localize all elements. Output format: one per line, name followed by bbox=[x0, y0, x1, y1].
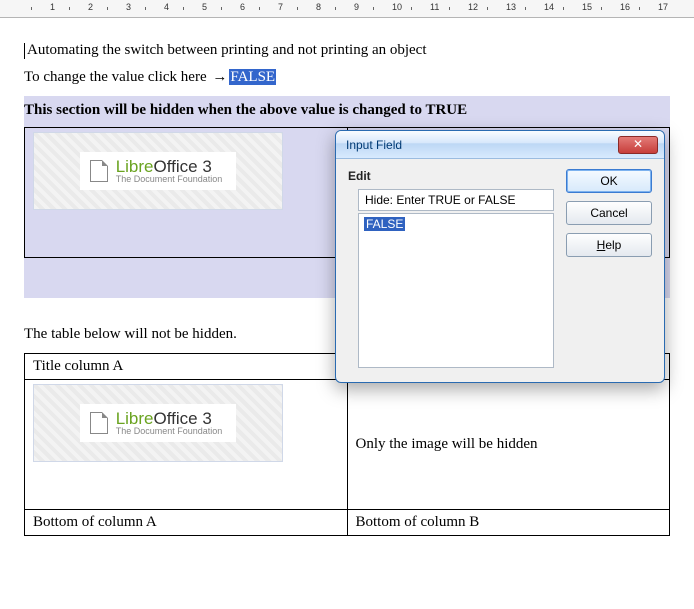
ruler-tick: 14 bbox=[544, 2, 554, 12]
field-value-selection: FALSE bbox=[364, 217, 405, 231]
document-icon bbox=[90, 412, 108, 434]
button-label: Cancel bbox=[590, 206, 627, 220]
ruler-tick: 2 bbox=[88, 2, 93, 12]
close-icon: ✕ bbox=[633, 137, 643, 151]
ruler-minor-tick bbox=[259, 7, 260, 10]
dialog-titlebar[interactable]: Input Field ✕ bbox=[336, 131, 664, 159]
ruler-minor-tick bbox=[601, 7, 602, 10]
ruler-minor-tick bbox=[335, 7, 336, 10]
edit-label: Edit bbox=[348, 169, 554, 183]
ruler-tick: 1 bbox=[50, 2, 55, 12]
ruler-minor-tick bbox=[411, 7, 412, 10]
ruler-tick: 11 bbox=[430, 2, 439, 12]
section-heading: This section will be hidden when the abo… bbox=[24, 102, 670, 127]
ruler-tick: 10 bbox=[392, 2, 402, 12]
field-prompt: Hide: Enter TRUE or FALSE bbox=[358, 189, 554, 211]
arrow-icon: → bbox=[210, 69, 229, 85]
help-button[interactable]: Help bbox=[566, 233, 652, 257]
horizontal-ruler: 1234567891011121314151617 bbox=[0, 0, 694, 18]
ruler-tick: 7 bbox=[278, 2, 283, 12]
ruler-minor-tick bbox=[487, 7, 488, 10]
ruler-minor-tick bbox=[183, 7, 184, 10]
ruler-minor-tick bbox=[373, 7, 374, 10]
ruler-minor-tick bbox=[297, 7, 298, 10]
ruler-tick: 15 bbox=[582, 2, 592, 12]
logo-subtext: The Document Foundation bbox=[116, 427, 223, 436]
ruler-tick: 12 bbox=[468, 2, 478, 12]
ok-button[interactable]: OK bbox=[566, 169, 652, 193]
ruler-tick: 5 bbox=[202, 2, 207, 12]
input-field-placeholder[interactable]: FALSE bbox=[229, 69, 276, 85]
ruler-tick: 13 bbox=[506, 2, 516, 12]
text-cursor bbox=[24, 43, 25, 59]
ruler-minor-tick bbox=[145, 7, 146, 10]
button-label: OK bbox=[600, 174, 617, 188]
ruler-minor-tick bbox=[525, 7, 526, 10]
logo-image: LibreOffice 3 The Document Foundation bbox=[33, 132, 283, 210]
ruler-tick: 8 bbox=[316, 2, 321, 12]
document-icon bbox=[90, 160, 108, 182]
cancel-button[interactable]: Cancel bbox=[566, 201, 652, 225]
ruler-tick: 9 bbox=[354, 2, 359, 12]
ruler-tick: 4 bbox=[164, 2, 169, 12]
table-cell: LibreOffice 3 The Document Foundation bbox=[25, 380, 348, 510]
table-cell: LibreOffice 3 The Document Foundation bbox=[25, 128, 348, 258]
close-button[interactable]: ✕ bbox=[618, 136, 658, 154]
ruler-minor-tick bbox=[107, 7, 108, 10]
table-header-cell: Title column A bbox=[25, 354, 348, 380]
ruler-minor-tick bbox=[563, 7, 564, 10]
text: To change the value click here bbox=[24, 69, 210, 85]
text: Automating the switch between printing a… bbox=[27, 42, 427, 58]
ruler-tick: 17 bbox=[658, 2, 668, 12]
button-label: elp bbox=[605, 238, 621, 252]
dialog-title: Input Field bbox=[346, 138, 402, 152]
ruler-minor-tick bbox=[639, 7, 640, 10]
field-value-input[interactable]: FALSE bbox=[358, 213, 554, 368]
logo-image: LibreOffice 3 The Document Foundation bbox=[33, 384, 283, 462]
paragraph: Automating the switch between printing a… bbox=[24, 42, 670, 59]
ruler-tick: 3 bbox=[126, 2, 131, 12]
ruler-tick: 6 bbox=[240, 2, 245, 12]
ruler-minor-tick bbox=[221, 7, 222, 10]
table-cell: Bottom of column B bbox=[347, 510, 670, 536]
ruler-minor-tick bbox=[31, 7, 32, 10]
ruler-minor-tick bbox=[69, 7, 70, 10]
table-cell: Bottom of column A bbox=[25, 510, 348, 536]
ruler-tick: 16 bbox=[620, 2, 630, 12]
text: Only the image will be hidden bbox=[356, 436, 538, 452]
table-cell: Only the image will be hidden bbox=[347, 380, 670, 510]
input-field-dialog: Input Field ✕ Edit Hide: Enter TRUE or F… bbox=[335, 130, 665, 383]
ruler-minor-tick bbox=[449, 7, 450, 10]
paragraph: To change the value click here →FALSE bbox=[24, 69, 670, 86]
logo-subtext: The Document Foundation bbox=[116, 175, 223, 184]
